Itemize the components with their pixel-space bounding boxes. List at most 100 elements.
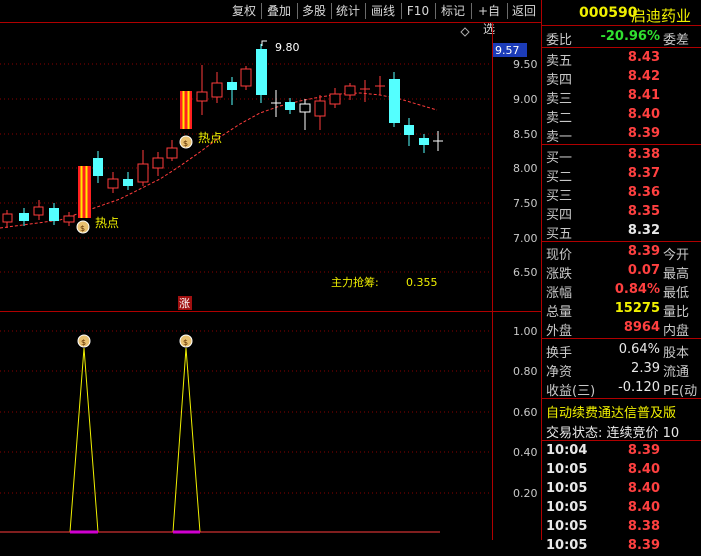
stat-row: 涨幅 0.84% 最低 [542,280,701,301]
ma-line [0,92,438,229]
stat-label: 收益(三) [546,384,596,399]
high-price-label: 9.80 [275,41,300,54]
buy-row: 买四 8.35 [542,202,701,223]
svg-text:$: $ [81,338,86,347]
sell-price: 8.39 [627,126,660,141]
svg-text:$: $ [183,338,188,347]
tick-row: 10:05 8.39 [542,536,701,556]
stock-code: 000590 [579,5,638,21]
buy-price: 8.36 [627,185,660,200]
stat-row: 净资 2.39 流通 [542,359,701,380]
stat-row: 外盘 8964 内盘 [542,318,701,339]
divider [542,398,701,399]
indicator-tick: 1.00 [513,325,538,338]
tick-row: 10:05 8.40 [542,479,701,499]
main-force-value: 0.355 [406,276,438,289]
tick-time: 10:05 [546,538,588,553]
stat-value: 8.39 [627,244,660,259]
tick-price: 8.40 [627,500,660,515]
svg-text:$: $ [80,224,85,233]
stat-value: 0.84% [614,282,660,297]
sell-row: 卖四 8.42 [542,67,701,88]
buy-label: 买五 [546,227,573,242]
kline-chart[interactable]: 9.50 9.00 8.50 8.00 7.50 7.00 6.50 9.57 … [0,0,541,540]
sell-label: 卖一 [546,130,573,145]
price-gridlines [0,63,492,273]
divider [542,338,701,339]
svg-text:$: $ [183,139,188,148]
diamond-icon[interactable] [460,27,470,37]
sell-row: 卖三 8.41 [542,86,701,107]
buy-price: 8.35 [627,204,660,219]
sell-price: 8.43 [627,50,660,65]
stat-value: 8964 [623,320,660,335]
buy-row: 买一 8.38 [542,145,701,166]
hot-label: 热点 [95,216,119,230]
weibi-value: -20.96% [600,29,660,44]
tick-row: 10:05 8.40 [542,460,701,480]
stat-label: 内盘 [663,324,690,339]
tick-price: 8.40 [627,481,660,496]
high-marker [261,40,267,46]
stat-value: 15275 [614,301,660,316]
promo-banner-text: 自动续费通达信普及版 [546,406,677,420]
main-force-label: 主力抢筹: [331,275,379,289]
price-tick: 8.00 [513,162,538,175]
tick-time: 10:05 [546,481,588,496]
tick-price: 8.39 [627,443,660,458]
stat-label: 外盘 [546,324,573,339]
stat-label: PE(动 [663,384,698,399]
money-bag-icon: $ [179,135,193,149]
price-tick: 7.50 [513,197,538,210]
weibi-row: 委比 -20.96% 委差 [542,27,701,48]
indicator-tick: 0.60 [513,406,538,419]
tick-time: 10:04 [546,443,588,458]
tick-price: 8.38 [627,519,660,534]
sell-price: 8.40 [627,107,660,122]
zhang-label: 涨 [179,297,190,310]
buy-row: 买五 8.32 [542,221,701,242]
stock-header: 000590 启迪药业 [542,3,701,25]
buy-row: 买三 8.36 [542,183,701,204]
stock-name: 启迪药业 [631,7,692,25]
stat-value: 0.07 [627,263,660,278]
stat-value: -0.120 [618,380,660,395]
tick-price: 8.40 [627,462,660,477]
stat-row: 现价 8.39 今开 [542,242,701,263]
money-bag-icon: $ [76,220,90,234]
money-bag-icon: $ [179,334,193,348]
stat-value: 0.64% [618,342,660,357]
hot-label: 热点 [198,131,222,145]
indicator-gridlines [0,330,492,494]
stat-row: 收益(三) -0.120 PE(动 [542,378,701,399]
buy-price: 8.37 [627,166,660,181]
indicator-line [172,347,201,533]
sell-row: 卖二 8.40 [542,105,701,126]
sell-price: 8.42 [627,69,660,84]
stat-row: 涨跌 0.07 最高 [542,261,701,282]
indicator-tick: 0.80 [513,365,538,378]
weibi-label: 委比 [546,33,573,48]
price-tick: 9.50 [513,58,538,71]
sell-row: 卖五 8.43 [542,48,701,69]
candles [2,44,443,228]
indicator-line [69,347,99,533]
weicha-label: 委差 [663,33,690,48]
tick-row: 10:04 8.39 [542,441,701,461]
promo-banner[interactable]: 自动续费通达信普及版 [542,400,701,420]
tick-row: 10:05 8.40 [542,498,701,518]
divider [542,25,701,26]
buy-price: 8.38 [627,147,660,162]
buy-row: 买二 8.37 [542,164,701,185]
tick-row: 10:05 8.38 [542,517,701,537]
money-bag-icon: $ [77,334,91,348]
buy-price: 8.32 [627,223,660,238]
trade-status: 交易状态: 连续竞价 10 [542,420,701,440]
stat-row: 换手 0.64% 股本 [542,340,701,361]
price-tick: 6.50 [513,266,538,279]
trade-status-text: 交易状态: 连续竞价 10 [546,426,680,440]
stat-value: 2.39 [631,361,660,376]
stat-row: 总量 15275 量比 [542,299,701,320]
quote-panel: 000590 启迪药业 委比 -20.96% 委差 卖五 8.43 卖四 8.42 … [541,0,701,553]
indicator-tick: 0.40 [513,446,538,459]
